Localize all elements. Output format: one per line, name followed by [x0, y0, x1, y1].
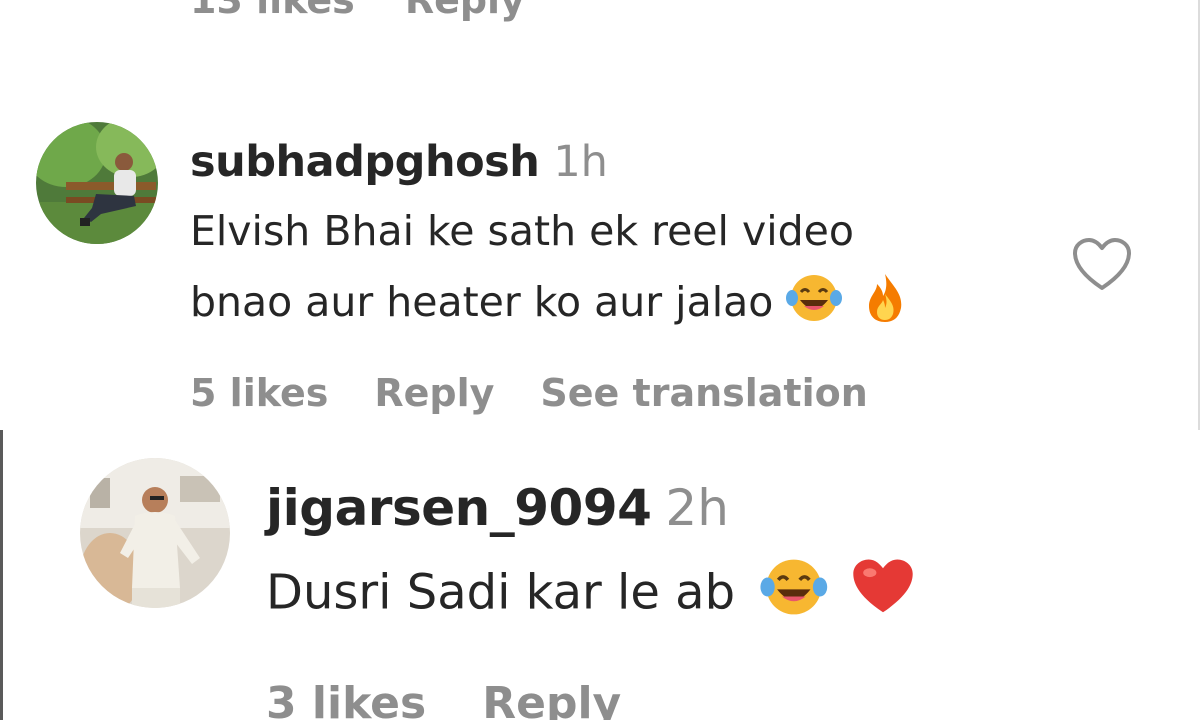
like-heart-icon[interactable]	[1072, 238, 1132, 292]
comment-panel-2: jigarsen_9094 2h Dusri Sadi kar le ab 3 …	[0, 430, 1200, 720]
comment-header: jigarsen_9094 2h	[266, 478, 729, 538]
comment-username[interactable]: subhadpghosh	[190, 137, 540, 187]
comment-actions: 5 likes Reply See translation	[190, 366, 868, 420]
comment-thread: 13 likes Reply subhadpghosh 1h Elvish Bha…	[0, 0, 1200, 720]
comment-text-row: Dusri Sadi kar le ab	[266, 556, 916, 635]
reply-button[interactable]: Reply	[482, 674, 621, 720]
avatar[interactable]	[36, 122, 158, 244]
reply-button[interactable]: Reply	[374, 366, 494, 420]
previous-comment-actions: 13 likes Reply	[190, 0, 525, 22]
previous-reply-button[interactable]: Reply	[405, 0, 525, 22]
panel-divider	[0, 430, 3, 720]
laughing-tears-emoji	[760, 556, 830, 635]
comment-username[interactable]: jigarsen_9094	[266, 479, 652, 537]
comment-text-line-2: bnao aur heater ko aur jalao	[190, 278, 774, 326]
see-translation-button[interactable]: See translation	[540, 366, 867, 420]
comment-header: subhadpghosh 1h	[190, 136, 608, 188]
comment-text-line-1: Elvish Bhai ke sath ek reel video	[190, 207, 854, 255]
likes-count[interactable]: 3 likes	[266, 674, 426, 720]
avatar-photo	[36, 122, 158, 244]
avatar-photo	[80, 458, 230, 608]
comment-time[interactable]: 1h	[553, 137, 608, 187]
previous-likes-count[interactable]: 13 likes	[190, 0, 355, 22]
comment-panel-1: 13 likes Reply subhadpghosh 1h Elvish Bha…	[0, 0, 1200, 430]
likes-count[interactable]: 5 likes	[190, 366, 328, 420]
comment-text-line-1: Dusri Sadi kar le ab	[266, 564, 736, 621]
comment-time[interactable]: 2h	[665, 479, 729, 537]
red-heart-emoji	[850, 557, 916, 634]
comment-actions: 3 likes Reply	[266, 674, 621, 720]
avatar[interactable]	[80, 458, 230, 608]
laughing-tears-emoji	[786, 272, 844, 338]
fire-emoji	[863, 272, 907, 338]
comment-text-line-2-row: bnao aur heater ko aur jalao	[190, 272, 907, 338]
